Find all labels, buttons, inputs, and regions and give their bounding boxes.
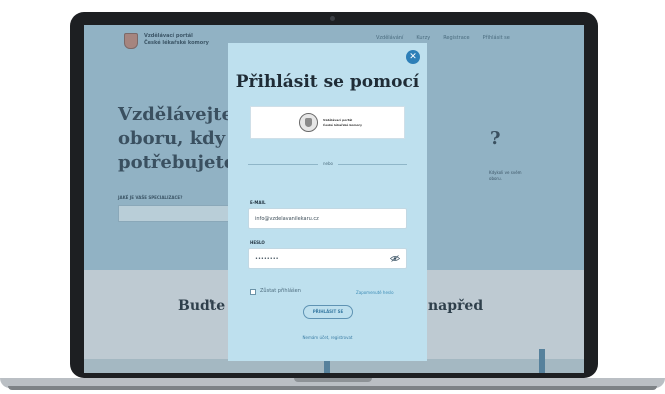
- divider-label: nebo: [318, 161, 338, 167]
- password-label: HESLO: [250, 240, 265, 245]
- provider-name: Vzdělávací portál České lékařské komory: [323, 118, 362, 128]
- remember-me[interactable]: Zůstat přihlášen: [250, 288, 301, 295]
- forgot-password-link[interactable]: Zapomenuté heslo: [356, 290, 394, 296]
- camera-dot: [330, 16, 335, 21]
- scene: Vzdělávací portál České lékařské komory …: [0, 0, 665, 394]
- close-icon[interactable]: ✕: [406, 50, 420, 64]
- modal-title: Přihlásit se pomocí: [235, 72, 420, 92]
- email-value: info@vzdelavanilekaru.cz: [255, 216, 319, 222]
- login-button[interactable]: PŘIHLÁSIT SE: [303, 305, 353, 319]
- laptop-screen: Vzdělávací portál České lékařské komory …: [84, 25, 584, 373]
- remember-label: Zůstat přihlášen: [260, 288, 301, 294]
- register-link[interactable]: Nemám účet, registrovat: [228, 335, 427, 341]
- laptop-base-edge: [8, 386, 657, 390]
- provider-line2: České lékařské komory: [323, 123, 362, 127]
- eye-slash-icon[interactable]: [390, 255, 400, 262]
- laptop-notch: [294, 378, 372, 382]
- remember-checkbox[interactable]: [250, 288, 256, 295]
- seal-logo-icon: [299, 113, 318, 132]
- password-field[interactable]: ••••••••: [248, 248, 407, 269]
- email-field[interactable]: info@vzdelavanilekaru.cz: [248, 208, 407, 229]
- provider-login-button[interactable]: Vzdělávací portál České lékařské komory: [250, 106, 405, 139]
- password-value: ••••••••: [255, 256, 279, 262]
- or-divider: nebo: [248, 160, 407, 168]
- login-modal: ✕ Přihlásit se pomocí Vzdělávací portál …: [228, 43, 427, 361]
- email-label: E-MAIL: [250, 200, 266, 205]
